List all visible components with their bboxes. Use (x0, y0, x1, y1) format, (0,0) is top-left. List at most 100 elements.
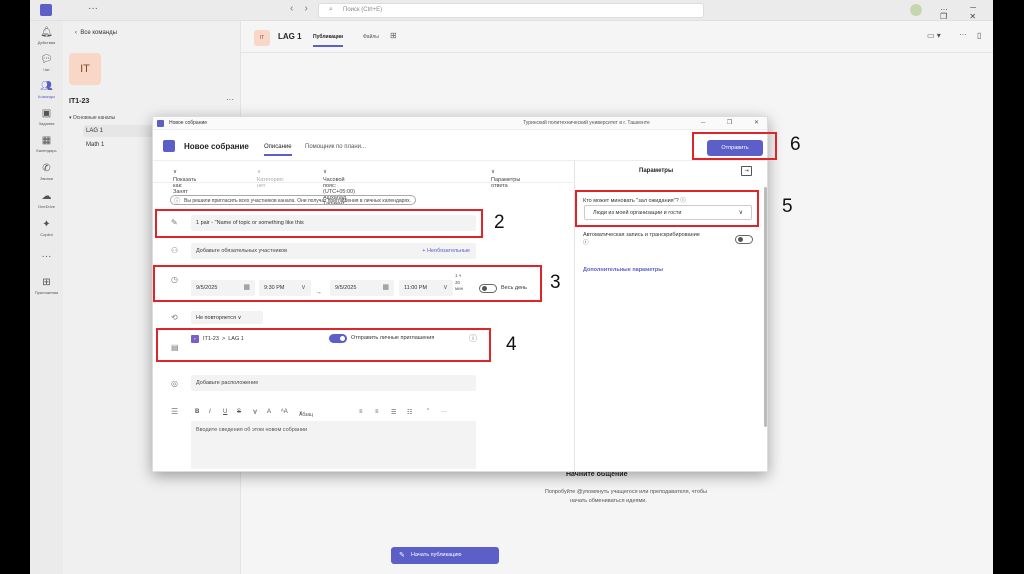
repeat-icon: ⟲ (171, 313, 178, 322)
bell-icon: 🔔︎ (40, 27, 53, 38)
rail-item-apps[interactable]: ⊞ Приложения (30, 277, 63, 295)
forward-arrow-icon[interactable]: › (304, 3, 307, 14)
empty-state-text: Попробуйте @упомянуть учащегося или преп… (544, 489, 708, 495)
annotation-number-4: 4 (506, 334, 517, 355)
align-left-icon[interactable]: ≡ (359, 409, 363, 415)
back-arrow-icon[interactable]: ‹ (290, 3, 293, 14)
response-options[interactable]: Параметры ответа ∨ (491, 169, 520, 189)
location-input[interactable]: Добавьте расположение (191, 375, 476, 391)
start-post-button[interactable]: ✎ Начать публикацию (391, 547, 499, 564)
optional-attendees-link[interactable]: + Необязательные (422, 248, 470, 254)
location-icon: ◎ (171, 379, 178, 388)
team-more-button[interactable]: ··· (226, 95, 234, 104)
dialog-window-title: Новое собрание (169, 120, 208, 126)
bold-icon[interactable]: B (195, 409, 199, 415)
more-icon: ··· (41, 251, 52, 262)
scrollbar[interactable] (764, 187, 767, 427)
edit-icon: ✎ (399, 552, 405, 559)
empty-state-title: Начните общение (566, 471, 628, 478)
meeting-icon (163, 140, 175, 152)
annotation-number-6: 6 (790, 134, 801, 155)
channel-header: IT LAG 1 Публикации Файлы ⊞ ▭ ▾ ··· ▯ (241, 21, 993, 53)
tab-files[interactable]: Файлы (363, 34, 379, 40)
rail-item-copilot[interactable]: ✦ Copilot (30, 219, 63, 237)
rail-item-chat[interactable]: 💬︎ Чат (30, 54, 63, 72)
calendar-icon (157, 120, 164, 127)
align-center-icon[interactable]: ≡ (375, 409, 379, 415)
highlight-icon[interactable]: ∀ (253, 409, 257, 416)
details-editor[interactable]: Вводите сведения об этом новом собрании (191, 421, 476, 469)
annotation-number-5: 5 (782, 196, 793, 217)
annotation-box-2 (155, 209, 483, 238)
options-bar: Показать как: Занят ∨ Категория: нет ∨ Ч… (153, 161, 573, 207)
paragraph-select[interactable]: Абзац ∨ (299, 410, 313, 418)
phone-icon: ✆ (42, 163, 51, 174)
rail-item-calls[interactable]: ✆ Звонки (30, 163, 63, 181)
params-title: Параметры (639, 168, 674, 174)
more-options-icon[interactable]: ··· (959, 30, 967, 39)
app-rail: 🔔︎ Действия 💬︎ Чат 👥︎ Команды ▣ Задания ▦ Кал… (30, 21, 63, 574)
annotation-box-5 (575, 190, 759, 227)
all-teams-back[interactable]: ‹ Все команды (75, 30, 117, 36)
window-controls[interactable]: … ─ ❐ ✕ (940, 3, 993, 21)
calendar-icon: ▦ (41, 135, 52, 146)
rail-item-assignments[interactable]: ▣ Задания (30, 108, 63, 126)
search-icon: ⌕ (329, 6, 333, 13)
bullets-icon[interactable]: ☰ (391, 409, 396, 416)
dialog-title-bar: Новое собрание Туринский политехнический… (153, 117, 767, 130)
tab-posts[interactable]: Публикации (313, 34, 344, 47)
repeat-select[interactable]: Не повторяется ∨ (191, 311, 263, 324)
rail-item-activity[interactable]: 🔔︎ Действия (30, 27, 63, 45)
category-select[interactable]: Категория: нет ∨ (257, 169, 284, 189)
close-panel-icon[interactable]: ⇥ (741, 166, 752, 176)
empty-state-text-2: начать обмениваться идеями. (570, 498, 647, 504)
annotation-box-3 (153, 265, 542, 302)
rail-item-more[interactable]: ··· (30, 251, 63, 264)
menu-dots[interactable]: ··· (88, 3, 98, 14)
rail-item-calendar[interactable]: ▦ Календарь (30, 135, 63, 153)
tab-description[interactable]: Описание (264, 144, 292, 156)
copilot-icon: ✦ (42, 219, 51, 230)
annotation-number-2: 2 (494, 212, 505, 233)
italic-icon[interactable]: I (209, 409, 211, 415)
show-as-select[interactable]: Показать как: Занят ∨ (173, 169, 196, 195)
strikethrough-icon[interactable]: S (237, 409, 241, 415)
channel-title: LAG 1 (278, 32, 302, 41)
panel-icon[interactable]: ▯ (977, 31, 981, 40)
video-icon[interactable]: ▭ ▾ (927, 31, 941, 40)
numbering-icon[interactable]: ☷ (407, 409, 412, 416)
font-color-icon[interactable]: A (267, 409, 271, 415)
team-name[interactable]: IT1-23 (69, 98, 89, 105)
rail-item-teams[interactable]: 👥︎ Команды (30, 81, 63, 99)
auto-record-label: Автоматическая запись и транскрибировани… (583, 232, 700, 246)
rail-item-onedrive[interactable]: ☁ OneDrive (30, 191, 63, 209)
channel-avatar: IT (254, 30, 270, 46)
more-format-icon[interactable]: ··· (441, 409, 447, 415)
assignments-icon: ▣ (41, 108, 52, 119)
teams-icon: 👥︎ (40, 81, 53, 92)
attendees-icon: ⚇ (171, 246, 179, 255)
annotation-box-6 (692, 132, 777, 160)
dialog-window-controls[interactable]: ─ ❐ ✕ (701, 119, 767, 126)
search-placeholder: Поиск (Ctrl+E) (343, 7, 383, 13)
font-size-icon[interactable]: ᴬA (281, 409, 288, 415)
annotation-number-3: 3 (550, 272, 561, 293)
more-params-link[interactable]: Дополнительные параметры (583, 267, 663, 273)
channels-section[interactable]: ▾ Основные каналы (69, 115, 115, 121)
avatar[interactable] (910, 4, 922, 16)
add-tab-icon[interactable]: ⊞ (390, 31, 397, 40)
org-name: Туринский политехнический университет в … (523, 120, 650, 126)
timezone-select[interactable]: Часовой пояс: (UTC+05:00) Ашхабад, Ташке… (323, 169, 355, 207)
underline-icon[interactable]: U (223, 409, 227, 415)
cloud-icon: ☁ (41, 191, 52, 202)
quote-icon[interactable]: ” (427, 409, 429, 415)
teams-logo-icon (40, 4, 52, 16)
auto-record-toggle[interactable] (735, 235, 753, 244)
search-input[interactable]: ⌕ Поиск (Ctrl+E) (318, 3, 704, 18)
chat-icon: 💬︎ (40, 54, 53, 65)
details-icon: ☰ (171, 407, 179, 416)
annotation-box-4 (156, 328, 491, 362)
tab-scheduling-assistant[interactable]: Помощник по плани... (305, 144, 366, 150)
attendees-input[interactable]: Добавьте обязательных участников + Необя… (191, 243, 476, 259)
dialog-title: Новое собрание (184, 142, 249, 151)
